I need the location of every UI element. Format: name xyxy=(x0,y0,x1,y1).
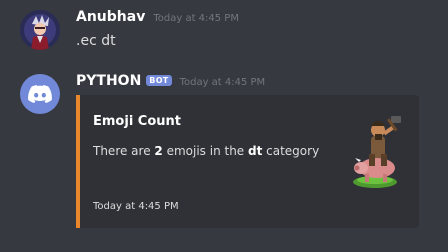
embed-card: Emoji Count There are 2 emojis in the dt… xyxy=(76,95,419,228)
user-avatar[interactable] xyxy=(20,10,60,50)
message-timestamp: Today at 4:45 PM xyxy=(153,13,239,24)
embed-title: Emoji Count xyxy=(93,114,181,129)
chat-messages: Anubhav Today at 4:45 PM .ec dt PYTHON B… xyxy=(0,0,448,252)
message-timestamp: Today at 4:45 PM xyxy=(179,77,266,88)
bot-avatar[interactable] xyxy=(20,74,60,114)
category-name: dt xyxy=(248,144,263,158)
message-anubhav: Anubhav Today at 4:45 PM .ec dt xyxy=(0,0,448,60)
embed-footer-timestamp: Today at 4:45 PM xyxy=(93,201,179,212)
emoji-count-value: 2 xyxy=(154,144,163,158)
username[interactable]: Anubhav xyxy=(76,9,145,25)
message-header: Anubhav Today at 4:45 PM xyxy=(76,9,239,25)
embed-thumbnail[interactable] xyxy=(347,110,405,190)
hog-rider-emoji-icon xyxy=(353,116,401,188)
embed-desc-suffix: category xyxy=(262,144,320,158)
embed-desc-prefix: There are xyxy=(93,144,155,158)
message-content: .ec dt xyxy=(76,33,116,49)
discord-logo-icon xyxy=(28,85,52,103)
message-header: PYTHON BOT Today at 4:45 PM xyxy=(76,73,265,89)
anime-character-avatar-icon xyxy=(20,10,60,50)
embed-desc-middle: emojis in the xyxy=(162,144,248,158)
bot-tag-badge: BOT xyxy=(146,75,172,86)
embed-description: There are 2 emojis in the dt category xyxy=(93,144,319,158)
username[interactable]: PYTHON xyxy=(76,73,141,89)
message-python-bot: PYTHON BOT Today at 4:45 PM Emoji Count … xyxy=(0,62,448,252)
